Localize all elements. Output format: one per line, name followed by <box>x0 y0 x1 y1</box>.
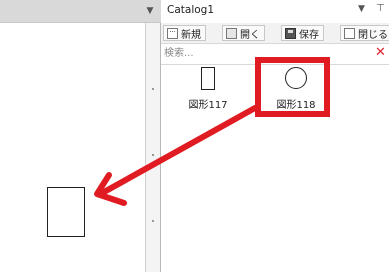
arrow-shaft <box>101 105 258 195</box>
annotation-arrow <box>94 105 258 206</box>
